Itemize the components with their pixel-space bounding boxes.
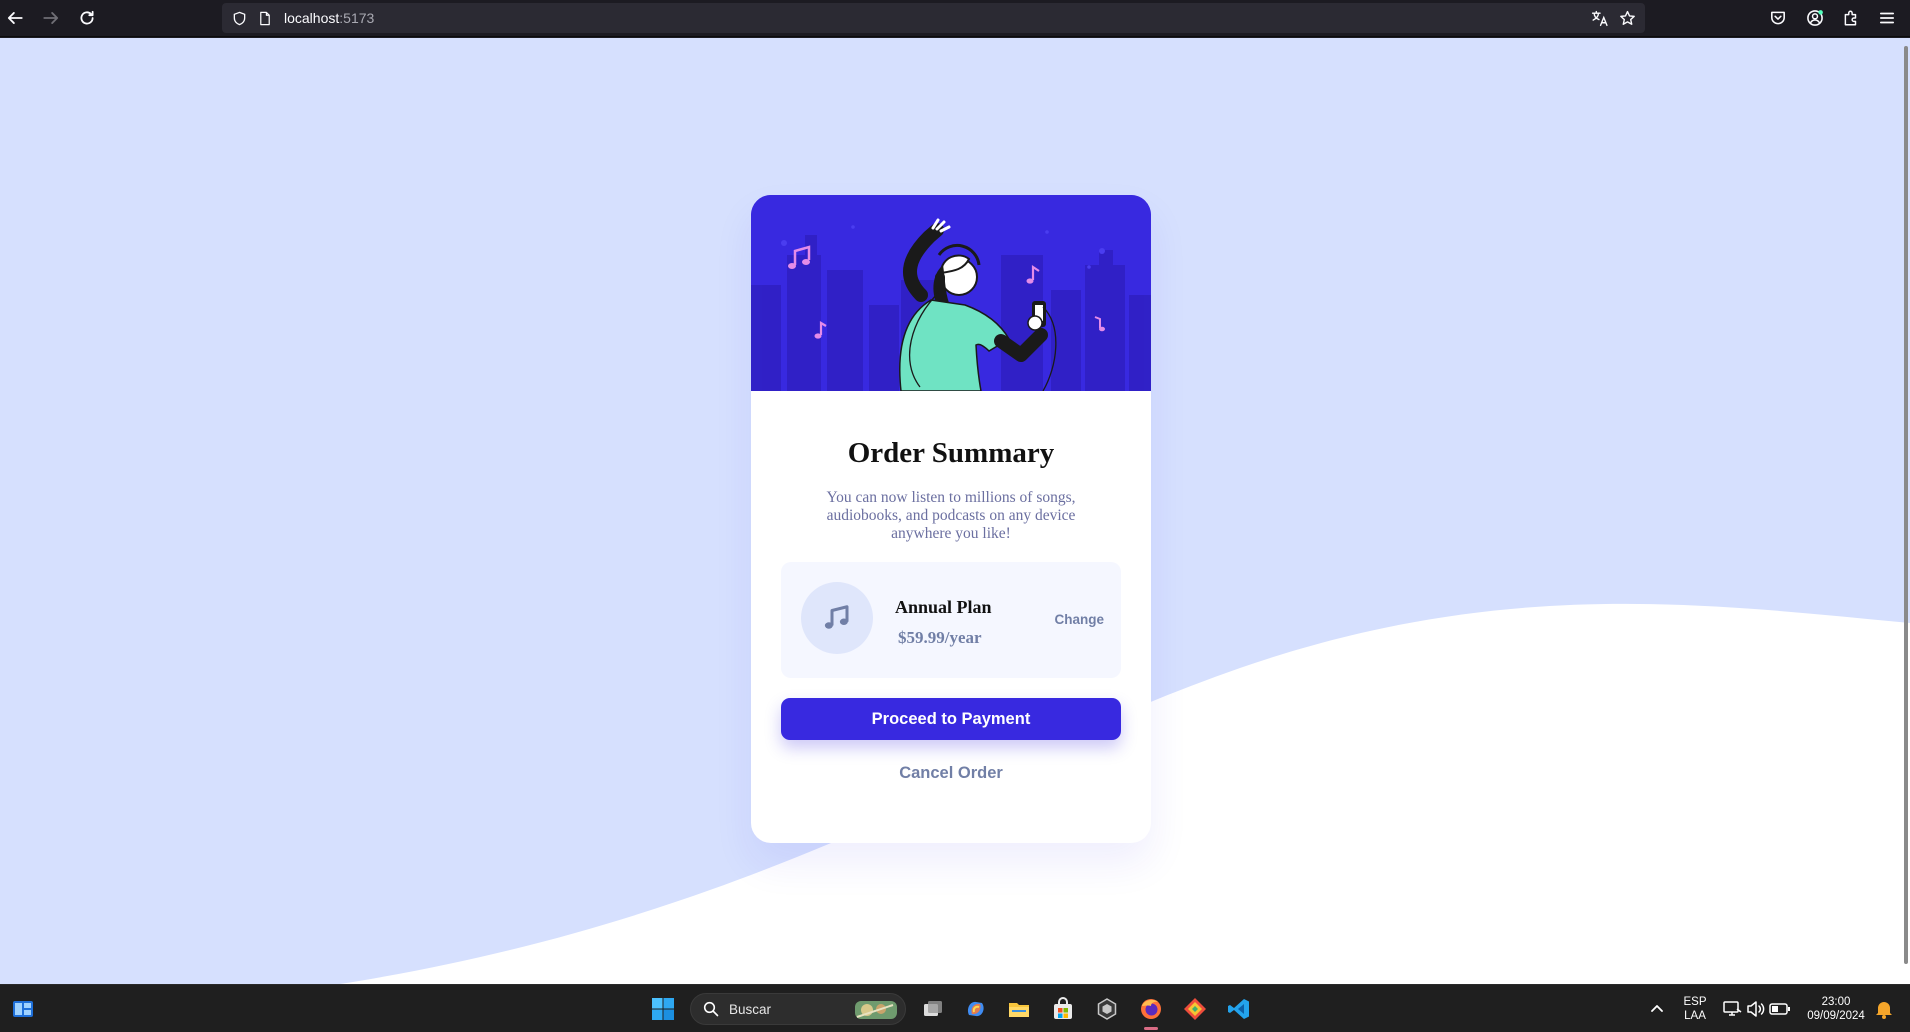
start-button[interactable] (649, 995, 677, 1023)
dancing-person-illustration (751, 195, 1151, 391)
extensions-button[interactable] (1837, 4, 1865, 32)
order-summary-card: Order Summary You can now listen to mill… (751, 195, 1151, 843)
widgets-button[interactable] (9, 995, 37, 1023)
plan-box: Annual Plan $59.99/year Change (781, 562, 1121, 678)
clock-date: 09/09/2024 (1807, 1010, 1865, 1022)
firefox-icon (1141, 999, 1161, 1019)
hamburger-menu-icon (1879, 12, 1895, 24)
cancel-order-button[interactable]: Cancel Order (781, 758, 1121, 788)
input-language-indicator[interactable]: ESP LAA (1680, 995, 1710, 1023)
back-button[interactable] (1, 4, 29, 32)
page-icon[interactable] (256, 9, 274, 27)
url-port: :5173 (339, 10, 375, 26)
keyboard-layout: LAA (1684, 1010, 1706, 1022)
bell-icon (1876, 1002, 1892, 1019)
menu-button[interactable] (1873, 4, 1901, 32)
folder-icon (1009, 1003, 1029, 1017)
copilot-icon (967, 1001, 984, 1017)
search-highlight-art (855, 1001, 897, 1019)
account-button[interactable] (1801, 4, 1829, 32)
file-explorer-button[interactable] (1005, 995, 1033, 1023)
chevron-up-icon (1651, 1005, 1663, 1012)
taskbar-search[interactable]: Buscar (690, 993, 906, 1025)
forward-arrow-icon (43, 12, 59, 24)
url-text[interactable]: localhost:5173 (284, 10, 374, 26)
reload-button[interactable] (73, 4, 101, 32)
translate-icon[interactable] (1590, 9, 1608, 27)
widgets-icon (13, 1001, 33, 1017)
firefox-button[interactable] (1137, 995, 1165, 1023)
change-plan-link[interactable]: Change (1054, 612, 1104, 627)
forward-button[interactable] (37, 4, 65, 32)
windows-logo-icon (652, 998, 674, 1020)
vscode-button[interactable] (1225, 995, 1253, 1023)
battery-button[interactable] (1766, 995, 1794, 1023)
url-bar[interactable]: localhost:5173 (222, 3, 1645, 33)
url-host: localhost (284, 10, 340, 26)
clock[interactable]: 23:00 09/09/2024 (1800, 995, 1872, 1023)
task-view-icon (924, 1001, 942, 1016)
page-viewport: Order Summary You can now listen to mill… (0, 38, 1910, 984)
speaker-icon (1747, 1001, 1765, 1017)
battery-icon (1769, 1003, 1790, 1015)
proceed-to-payment-button[interactable]: Proceed to Payment (781, 698, 1121, 740)
reload-icon (80, 10, 94, 25)
shield-icon[interactable] (230, 9, 248, 27)
show-hidden-icons-button[interactable] (1643, 995, 1671, 1023)
dev-app-button[interactable] (1093, 995, 1121, 1023)
clock-time: 23:00 (1821, 996, 1851, 1008)
copilot-button[interactable] (962, 995, 990, 1023)
taskbar: Buscar ESP LAA 23:00 09/09/2024 (0, 984, 1910, 1032)
back-arrow-icon (7, 12, 23, 24)
git-diamond-icon (1184, 998, 1206, 1020)
plan-price: $59.99/year (898, 628, 982, 647)
plan-name: Annual Plan (895, 597, 992, 617)
card-title: Order Summary (847, 437, 1055, 469)
microsoft-store-button[interactable] (1049, 995, 1077, 1023)
music-note-icon (801, 582, 873, 654)
browser-toolbar: localhost:5173 (0, 0, 1910, 37)
language-code: ESP (1683, 996, 1707, 1008)
git-tool-button[interactable] (1181, 995, 1209, 1023)
page-scrollbar[interactable] (1904, 46, 1908, 964)
hexagon-app-icon (1097, 998, 1117, 1020)
vscode-icon (1228, 999, 1249, 1019)
card-description: You can now listen to millions of songs,… (826, 489, 1076, 542)
hero-illustration (751, 195, 1151, 391)
puzzle-icon (1844, 10, 1857, 26)
account-icon (1807, 10, 1823, 26)
search-placeholder: Buscar (729, 1001, 772, 1017)
task-view-button[interactable] (919, 995, 947, 1023)
bookmark-star-icon[interactable] (1618, 9, 1636, 27)
pocket-icon (1771, 11, 1785, 25)
firefox-active-indicator (1144, 1027, 1158, 1030)
pocket-button[interactable] (1764, 4, 1792, 32)
store-bag-icon (1054, 997, 1072, 1019)
network-monitor-icon (1723, 1001, 1742, 1016)
search-icon (703, 1001, 719, 1017)
notifications-button[interactable] (1870, 995, 1898, 1023)
